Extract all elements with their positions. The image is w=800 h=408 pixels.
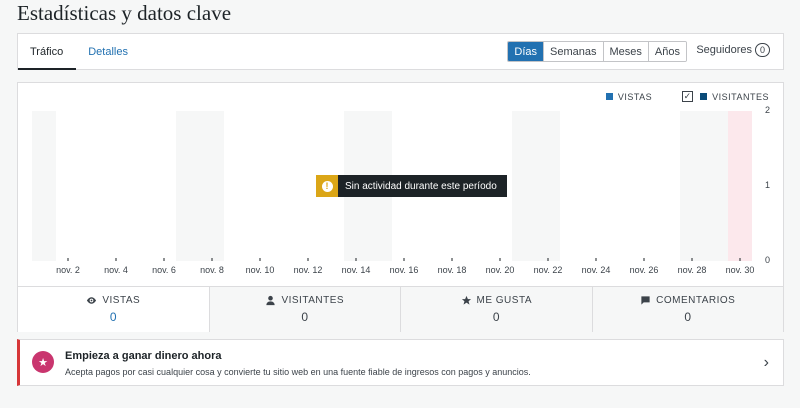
tab-traffic[interactable]: Tráfico <box>18 34 77 70</box>
monetize-promo-banner[interactable]: ★ Empieza a ganar dinero ahora Acepta pa… <box>17 339 784 386</box>
promo-description: Acepta pagos por casi cualquier cosa y c… <box>65 367 531 377</box>
weekend-band <box>176 111 200 261</box>
x-tick-label: nov. 20 <box>485 265 515 275</box>
period-months-button[interactable]: Meses <box>602 42 648 61</box>
stat-tab-comments[interactable]: COMENTARIOS 0 <box>591 287 783 332</box>
weekend-band <box>32 111 56 261</box>
y-tick-label: 2 <box>765 105 771 115</box>
notice-icon-glyph: ! <box>321 180 333 192</box>
star-badge-icon: ★ <box>32 351 54 373</box>
visitors-checkbox-icon[interactable]: ✓ <box>682 91 694 102</box>
period-years-button[interactable]: Años <box>647 42 686 61</box>
x-tick-label: nov. 18 <box>437 265 467 275</box>
y-tick-label: 1 <box>765 180 771 190</box>
x-tick-label: nov. 26 <box>629 265 659 275</box>
visitors-swatch-icon <box>700 93 708 100</box>
weekend-band <box>536 111 560 261</box>
period-days-button[interactable]: Días <box>508 42 544 61</box>
x-tick-label: nov. 12 <box>293 265 323 275</box>
stat-views-value: 0 <box>109 310 117 324</box>
x-tick-label: nov. 10 <box>245 265 275 275</box>
x-tick-label: nov. 6 <box>152 265 176 275</box>
stat-tab-likes[interactable]: ME GUSTA 0 <box>400 287 592 332</box>
x-tick-label: nov. 8 <box>200 265 224 275</box>
stat-comments-value: 0 <box>684 310 692 324</box>
stats-nav-bar: Tráfico Detalles Días Semanas Meses Años… <box>17 33 784 70</box>
followers-count-badge: 0 <box>754 43 770 57</box>
x-tick-label: nov. 22 <box>533 265 563 275</box>
weekend-band <box>704 111 728 261</box>
stat-comments-label: COMENTARIOS <box>656 295 736 306</box>
x-tick-label: nov. 30 <box>725 265 755 275</box>
weekend-band <box>512 111 536 261</box>
warning-icon: ! <box>316 175 338 197</box>
stat-tab-visitors[interactable]: VISITANTES 0 <box>208 287 400 332</box>
promo-title: Empieza a ganar dinero ahora <box>65 350 222 362</box>
chart-legend: VISTAS ✓ VISITANTES <box>605 91 769 102</box>
x-tick-label: nov. 28 <box>677 265 707 275</box>
tab-details[interactable]: Detalles <box>76 34 140 69</box>
stat-views-label: VISTAS <box>102 295 141 306</box>
legend-item-views[interactable]: VISTAS <box>605 91 653 102</box>
stat-likes-label: ME GUSTA <box>476 295 532 306</box>
views-swatch-icon <box>605 93 613 100</box>
weekend-band <box>680 111 704 261</box>
legend-visitors-label: VISITANTES <box>712 91 769 102</box>
page-title: Estadísticas y datos clave <box>17 1 232 25</box>
period-selector: Días Semanas Meses Años <box>507 41 687 62</box>
eye-icon <box>87 297 97 304</box>
period-weeks-button[interactable]: Semanas <box>543 42 603 61</box>
star-icon <box>461 295 471 305</box>
x-tick-label: nov. 4 <box>104 265 128 275</box>
notice-text: Sin actividad durante este período <box>338 175 507 197</box>
traffic-chart-card: VISTAS ✓ VISITANTES nov. 2 nov. 4 nov. 6 no… <box>17 82 784 332</box>
no-activity-notice: ! Sin actividad durante este período <box>316 175 507 197</box>
stat-tabs: VISTAS 0 VISITANTES 0 ME GUSTA 0 COMENTA… <box>18 286 783 332</box>
highlight-band <box>728 111 752 261</box>
x-tick-label: nov. 24 <box>581 265 611 275</box>
x-tick-label: nov. 2 <box>56 265 80 275</box>
stat-tab-views[interactable]: VISTAS 0 <box>18 287 209 332</box>
chevron-right-icon[interactable]: › <box>764 354 769 372</box>
stat-likes-value: 0 <box>492 310 500 324</box>
stat-visitors-label: VISITANTES <box>281 295 345 306</box>
followers-label: Seguidores <box>696 44 752 56</box>
comment-icon <box>641 296 650 305</box>
weekend-band <box>200 111 224 261</box>
y-tick-label: 0 <box>765 255 771 265</box>
followers-link[interactable]: Seguidores 0 <box>696 43 770 57</box>
x-tick-label: nov. 16 <box>389 265 419 275</box>
person-icon <box>266 295 276 306</box>
x-tick-label: nov. 14 <box>341 265 371 275</box>
legend-item-visitors[interactable]: ✓ VISITANTES <box>682 91 769 102</box>
stat-visitors-value: 0 <box>301 310 309 324</box>
legend-views-label: VISTAS <box>617 91 653 102</box>
